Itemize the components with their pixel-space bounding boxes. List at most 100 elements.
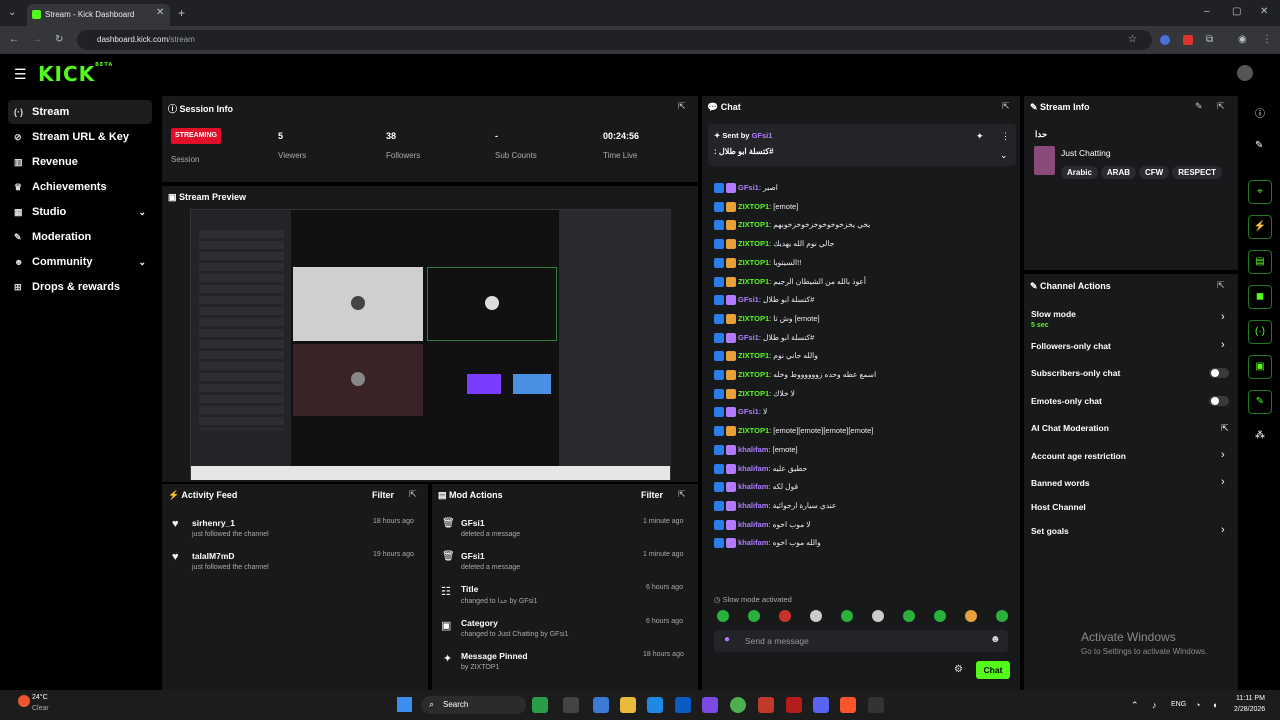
edit-icon[interactable]: ✎ xyxy=(1255,140,1263,151)
edit-icon[interactable]: ✎ xyxy=(1195,101,1203,112)
task-view-icon[interactable] xyxy=(563,697,579,713)
emote-icon[interactable] xyxy=(810,610,822,622)
tab-list-icon[interactable]: ⌄ xyxy=(8,8,16,18)
browser-tab[interactable]: Stream - Kick Dashboard xyxy=(27,4,170,26)
sidebar-item-studio[interactable]: ▦ Studio ⌄ xyxy=(8,200,152,224)
hamburger-menu-icon[interactable]: ☰ xyxy=(14,66,27,83)
document-icon[interactable]: ▤ xyxy=(1248,250,1272,274)
chevron-right-icon[interactable]: › xyxy=(1221,524,1225,536)
chat-message[interactable]: ZIXTOP1: [emote][emote][emote][emote] xyxy=(714,424,873,438)
stream-preview-video[interactable] xyxy=(190,209,671,480)
minimize-icon[interactable]: – xyxy=(1204,7,1210,17)
reload-icon[interactable]: ↻ xyxy=(55,35,63,45)
chat-message[interactable]: khalifam: عندي سيارة ارجوائية xyxy=(714,499,836,513)
chat-send-button[interactable]: Chat xyxy=(976,661,1010,679)
popout-icon[interactable]: ⇱ xyxy=(678,101,686,112)
chat-message[interactable]: ZIXTOP1: وش تا [emote] xyxy=(714,312,820,326)
close-tab-icon[interactable]: ✕ xyxy=(156,8,164,18)
emote-icon[interactable] xyxy=(748,610,760,622)
browser-menu-icon[interactable]: ⋮ xyxy=(1262,35,1272,45)
followers-only-chat-row[interactable]: Followers-only chat xyxy=(1031,341,1231,351)
host-channel-row[interactable]: Host Channel xyxy=(1031,502,1231,512)
chat-message[interactable]: ZIXTOP1: السيتويا!! xyxy=(714,256,801,270)
chat-message[interactable]: GFsi1: كتسلة ابو طلال# xyxy=(714,331,814,345)
chat-username[interactable]: ZIXTOP1 xyxy=(738,239,769,248)
chat-username[interactable]: khalifam xyxy=(738,445,768,454)
chevron-right-icon[interactable]: › xyxy=(1221,311,1225,323)
chevron-right-icon[interactable]: › xyxy=(1221,339,1225,351)
emoji-icon[interactable]: ☻ xyxy=(990,634,1001,645)
chat-message[interactable]: khalifam: والله موب اخوه xyxy=(714,536,821,550)
external-link-icon[interactable]: ⇱ xyxy=(1221,423,1229,434)
chat-username[interactable]: khalifam xyxy=(738,482,768,491)
window-close-icon[interactable]: ✕ xyxy=(1260,7,1268,17)
file-explorer-icon[interactable] xyxy=(620,697,636,713)
kick-logo[interactable]: KICKBETA xyxy=(38,62,113,86)
chat-input[interactable]: ● Send a message ☻ xyxy=(714,630,1008,652)
clip-icon[interactable]: ⌖ xyxy=(1248,180,1272,204)
chat-message[interactable]: GFsi1: لا xyxy=(714,405,767,419)
more-options-icon[interactable]: ⋮ xyxy=(1001,131,1010,142)
chat-username[interactable]: ZIXTOP1 xyxy=(738,426,769,435)
taskbar-search[interactable]: ⌕ Search xyxy=(421,696,526,714)
chat-message[interactable]: khalifam: حطيق عليه xyxy=(714,462,807,476)
taskbar-app-icon[interactable] xyxy=(758,697,774,713)
chevron-down-icon[interactable]: ⌄ xyxy=(1000,150,1008,161)
chat-username[interactable]: GFsi1 xyxy=(738,295,759,304)
sidebar-item-revenue[interactable]: ▥ Revenue xyxy=(8,150,152,174)
chat-message[interactable]: khalifam: [emote] xyxy=(714,443,798,457)
pin-icon[interactable]: ✦ xyxy=(976,131,984,142)
chat-message[interactable]: GFsi1: اصبر xyxy=(714,181,778,195)
emote-icon[interactable] xyxy=(934,610,946,622)
taskbar-app-icon[interactable] xyxy=(868,697,884,713)
emote-icon[interactable] xyxy=(996,610,1008,622)
chat-message[interactable]: ZIXTOP1: اسمع عطه وحده زووووووط وخله xyxy=(714,368,876,382)
chat-username[interactable]: ZIXTOP1 xyxy=(738,277,769,286)
chevron-right-icon[interactable]: › xyxy=(1221,476,1225,488)
chat-message[interactable]: khalifam: لا موب اخوه xyxy=(714,518,811,532)
sidebar-item-drops-rewards[interactable]: ⊞ Drops & rewards xyxy=(8,275,152,299)
chat-username[interactable]: khalifam xyxy=(738,464,768,473)
discord-icon[interactable] xyxy=(813,697,829,713)
ai-chat-moderation-row[interactable]: AI Chat Moderation xyxy=(1031,423,1231,433)
chat-message[interactable]: khalifam: قول لكه xyxy=(714,480,798,494)
chat-username[interactable]: GFsi1 xyxy=(738,333,759,342)
chat-bubble-icon[interactable]: ◼ xyxy=(1248,285,1272,309)
chat-message[interactable]: ZIXTOP1: يخي يخزخوخوخوخزخوخزخوبهم xyxy=(714,218,870,232)
url-field[interactable]: dashboard.kick.com/stream xyxy=(77,30,1152,50)
camera-icon[interactable]: ▣ xyxy=(1248,355,1272,379)
emote-icon[interactable] xyxy=(841,610,853,622)
chat-message[interactable]: ZIXTOP1: والله جاني نوم xyxy=(714,349,818,363)
chat-username[interactable]: ZIXTOP1 xyxy=(738,258,769,267)
adblock-extension-icon[interactable] xyxy=(1183,35,1193,45)
sidebar-item-stream[interactable]: (·) Stream xyxy=(8,100,152,124)
forward-icon[interactable]: → xyxy=(32,35,42,45)
volume-icon[interactable]: ◖ xyxy=(1212,700,1217,710)
sidebar-item-community[interactable]: ☻ Community ⌄ xyxy=(8,250,152,274)
chat-username[interactable]: ZIXTOP1 xyxy=(738,389,769,398)
edge-icon[interactable] xyxy=(647,697,663,713)
sidebar-item-achievements[interactable]: ♛ Achievements xyxy=(8,175,152,199)
chat-username[interactable]: ZIXTOP1 xyxy=(738,351,769,360)
emotes-only-toggle[interactable] xyxy=(1209,396,1229,406)
mod-filter-button[interactable]: Filter xyxy=(641,490,663,500)
taskbar-app-icon[interactable] xyxy=(702,697,718,713)
emote-icon[interactable] xyxy=(779,610,791,622)
account-age-restriction-row[interactable]: Account age restriction xyxy=(1031,451,1231,461)
taskbar-app-icon[interactable] xyxy=(593,697,609,713)
clock-time[interactable]: 11:11 PM xyxy=(1236,695,1265,702)
emote-icon[interactable] xyxy=(903,610,915,622)
lightning-icon[interactable]: ⚡ xyxy=(1248,215,1272,239)
emote-icon[interactable] xyxy=(717,610,729,622)
maximize-icon[interactable]: ▢ xyxy=(1232,7,1241,17)
sidebar-item-stream-url-key[interactable]: ⊘ Stream URL & Key xyxy=(8,125,152,149)
language-indicator[interactable]: ENG xyxy=(1171,701,1186,708)
clock-date[interactable]: 2/28/2026 xyxy=(1234,706,1265,713)
emote-icon[interactable] xyxy=(965,610,977,622)
chat-username[interactable]: GFsi1 xyxy=(738,407,759,416)
slow-mode-row[interactable]: Slow mode 5 sec xyxy=(1031,309,1231,329)
profile-icon[interactable]: ◉ xyxy=(1238,35,1247,45)
mic-tray-icon[interactable]: ♪ xyxy=(1152,700,1157,710)
store-icon[interactable] xyxy=(675,697,691,713)
banned-words-row[interactable]: Banned words xyxy=(1031,478,1231,488)
